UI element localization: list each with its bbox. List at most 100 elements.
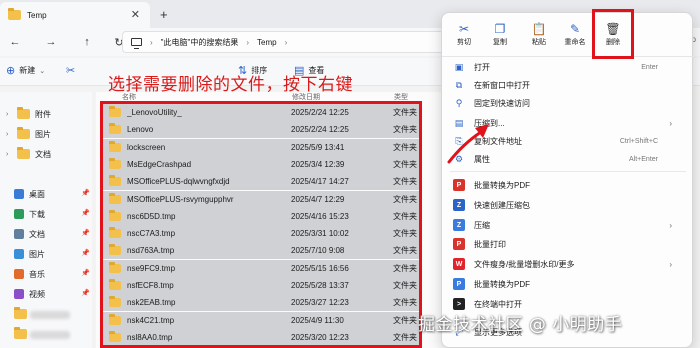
delete-highlight-box xyxy=(592,9,634,59)
cut-button[interactable]: ✂ 剪切 xyxy=(446,21,482,47)
print-icon: P xyxy=(453,238,465,250)
sidebar-item-label: 音乐 xyxy=(29,269,45,279)
back-arrow-icon[interactable]: ← xyxy=(4,36,26,48)
pdf-icon: P xyxy=(453,179,465,191)
chevron-down-icon: ⌄ xyxy=(39,67,46,75)
menu-item-open[interactable]: ▣ 打开 Enter xyxy=(442,58,694,76)
copy-button[interactable]: ❐ 复制 xyxy=(482,21,518,47)
plus-circle-icon: ⊕ xyxy=(6,65,16,77)
menu-item-label: 固定到快速访问 xyxy=(474,98,530,108)
sidebar-item-folder[interactable]: › 附件 xyxy=(6,106,92,122)
pin-icon: 📌 xyxy=(81,190,90,197)
new-label: 新建 xyxy=(19,66,36,75)
context-menu-actions: ✂ 剪切 ❐ 复制 📋 粘贴 ✎ 重命名 🗑 删除 xyxy=(442,9,694,59)
chevron-right-icon: › xyxy=(246,37,250,47)
copy-label: 复制 xyxy=(493,39,507,46)
pdf-convert-icon: P xyxy=(453,278,465,290)
shortcut-label: Alt+Enter xyxy=(629,155,658,163)
selection-highlight-box xyxy=(100,101,422,348)
folder-icon xyxy=(14,307,27,319)
wps-icon: W xyxy=(453,258,465,270)
sidebar-item-music[interactable]: 音乐 📌 xyxy=(14,266,100,282)
folder-icon xyxy=(8,8,21,20)
sidebar-item-label: 图片 xyxy=(29,249,45,259)
chevron-right-icon: › xyxy=(6,150,9,158)
blurred-label xyxy=(30,311,70,319)
chevron-right-icon: › xyxy=(669,118,672,128)
menu-item-label: 压缩 xyxy=(474,220,490,230)
menu-item-batch-print[interactable]: P 批量打印 xyxy=(442,235,694,253)
sidebar-item-folder[interactable]: › 文档 xyxy=(6,146,92,162)
scissors-icon: ✂ xyxy=(458,22,470,36)
picture-icon xyxy=(14,249,24,259)
breadcrumb-search[interactable]: "此电脑"中的搜索结果 xyxy=(161,37,239,48)
sidebar-item-label: 桌面 xyxy=(29,189,45,199)
menu-item-batch-pdf-2[interactable]: P 批量转换为PDF xyxy=(442,275,694,293)
pin-icon: 📌 xyxy=(81,230,90,237)
sidebar-item-videos[interactable]: 视频 📌 xyxy=(14,286,100,302)
sidebar-item-blurred[interactable] xyxy=(14,327,27,341)
folder-icon xyxy=(14,327,27,339)
tab-title: Temp xyxy=(27,10,47,20)
shortcut-label: Ctrl+Shift+C xyxy=(619,137,658,145)
close-icon[interactable]: ✕ xyxy=(131,8,140,21)
folder-icon xyxy=(17,127,30,139)
open-icon: ▣ xyxy=(454,61,464,72)
cut-icon[interactable]: ✂ xyxy=(66,64,75,77)
sidebar-item-pictures[interactable]: 图片 📌 xyxy=(14,246,100,262)
menu-item-label: 打开 xyxy=(474,62,490,72)
breadcrumb[interactable]: › "此电脑"中的搜索结果 › Temp › xyxy=(122,31,462,53)
sidebar-item-folder[interactable]: › 图片 xyxy=(6,126,92,142)
sidebar-item-blurred[interactable] xyxy=(14,307,27,321)
menu-item-label: 在新窗口中打开 xyxy=(474,80,530,90)
up-arrow-icon[interactable]: ↑ xyxy=(76,36,98,48)
desktop-icon xyxy=(14,189,24,199)
chevron-right-icon: › xyxy=(6,110,9,118)
sidebar-item-desktop[interactable]: 桌面 📌 xyxy=(14,186,100,202)
menu-item-open-new-window[interactable]: ⧉ 在新窗口中打开 xyxy=(442,76,694,94)
rename-button[interactable]: ✎ 重命名 xyxy=(557,21,593,47)
pin-icon: 📌 xyxy=(81,290,90,297)
compress-icon: Z xyxy=(453,219,465,231)
archive-box-icon: Z xyxy=(453,199,465,211)
chevron-right-icon: › xyxy=(669,259,672,269)
menu-item-label: 批量打印 xyxy=(474,239,506,249)
video-icon xyxy=(14,289,24,299)
breadcrumb-folder[interactable]: Temp xyxy=(257,38,277,47)
terminal-icon: > xyxy=(453,298,465,310)
pin-icon: ⚲ xyxy=(455,97,463,108)
watermark: 掘金技术社区 @ 小明助手 xyxy=(418,315,623,335)
paste-button[interactable]: 📋 粘贴 xyxy=(521,21,557,47)
chevron-right-icon: › xyxy=(284,37,288,47)
new-button[interactable]: ⊕ 新建 ⌄ xyxy=(6,64,45,77)
download-icon xyxy=(14,209,24,219)
music-icon xyxy=(14,269,24,279)
menu-item-compress[interactable]: Z 压缩 › xyxy=(442,216,694,234)
pin-icon: 📌 xyxy=(81,210,90,217)
shortcut-label: Enter xyxy=(641,63,658,71)
new-tab-button[interactable]: + xyxy=(160,7,168,22)
menu-item-label: 在终端中打开 xyxy=(474,299,522,309)
copy-icon: ❐ xyxy=(494,22,506,36)
menu-item-quick-archive[interactable]: Z 快速创建压缩包 xyxy=(442,196,694,214)
sidebar-item-downloads[interactable]: 下载 📌 xyxy=(14,206,100,222)
cut-label: 剪切 xyxy=(457,39,471,46)
sidebar-item-documents[interactable]: 文档 📌 xyxy=(14,226,100,242)
menu-item-label: 批量转换为PDF xyxy=(474,279,530,289)
folder-icon xyxy=(17,147,30,159)
context-menu: ✂ 剪切 ❐ 复制 📋 粘贴 ✎ 重命名 🗑 删除 ▣ 打开 Enter ⧉ 在… xyxy=(441,9,694,348)
menu-separator xyxy=(450,171,686,172)
chevron-right-icon: › xyxy=(669,220,672,230)
tab-temp[interactable]: Temp ✕ xyxy=(0,2,150,28)
menu-item-more-tools[interactable]: W 文件瘦身/批量增删水印/更多 › xyxy=(442,255,694,273)
menu-item-batch-pdf[interactable]: P 批量转换为PDF xyxy=(442,176,694,194)
forward-arrow-icon[interactable]: → xyxy=(40,36,62,48)
menu-item-label: 批量转换为PDF xyxy=(474,180,530,190)
rename-label: 重命名 xyxy=(564,39,586,46)
navigation-pane: › 附件 › 图片 › 文档 桌面 📌 下载 📌 文档 📌 图片 📌 音乐 📌 xyxy=(0,92,92,348)
annotation-arrow xyxy=(447,124,489,164)
annotation-caption: 选择需要删除的文件，按下右键 xyxy=(108,75,353,95)
blurred-label xyxy=(30,331,70,339)
document-icon xyxy=(14,229,24,239)
pin-icon: 📌 xyxy=(81,250,90,257)
